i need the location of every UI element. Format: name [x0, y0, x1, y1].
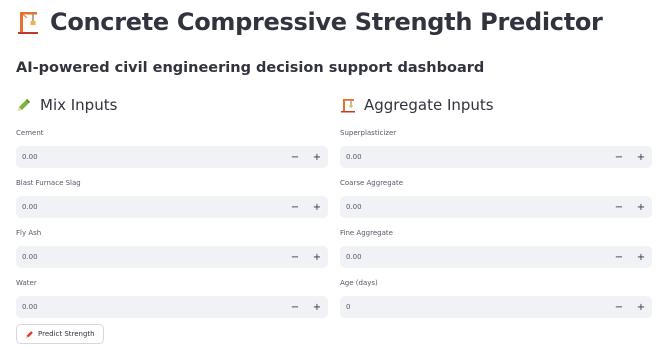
decrement-button[interactable]: −	[284, 196, 306, 218]
number-input-box: − +	[340, 146, 652, 168]
decrement-button[interactable]: −	[284, 296, 306, 318]
increment-button[interactable]: +	[306, 196, 328, 218]
increment-button[interactable]: +	[630, 246, 652, 268]
field-label: Fly Ash	[16, 229, 42, 237]
superplasticizer-field: Superplasticizer − +	[340, 126, 652, 176]
decrement-button[interactable]: −	[608, 146, 630, 168]
field-label: Age (days)	[340, 279, 378, 287]
mix-inputs-header: Mix Inputs	[16, 94, 328, 116]
page-subtitle: AI-powered civil engineering decision su…	[16, 60, 485, 76]
blast-furnace-slag-input[interactable]	[16, 196, 284, 218]
increment-button[interactable]: +	[306, 146, 328, 168]
decrement-button[interactable]: −	[608, 196, 630, 218]
water-input[interactable]	[16, 296, 284, 318]
predict-button-label: Predict Strength	[38, 330, 95, 338]
number-input-box: − +	[16, 146, 328, 168]
decrement-button[interactable]: −	[608, 296, 630, 318]
construction-crane-icon	[341, 99, 355, 113]
field-label: Blast Furnace Slag	[16, 179, 81, 187]
number-input-box: − +	[16, 246, 328, 268]
app-page: Concrete Compressive Strength Predictor …	[0, 0, 661, 347]
decrement-button[interactable]: −	[284, 246, 306, 268]
mix-inputs-column: Mix Inputs Cement − + Blast Furnace Slag…	[16, 94, 328, 326]
superplasticizer-input[interactable]	[340, 146, 608, 168]
age-days-field: Age (days) − +	[340, 276, 652, 326]
pencil-icon	[18, 99, 30, 111]
number-input-box: − +	[340, 296, 652, 318]
fine-aggregate-input[interactable]	[340, 246, 608, 268]
water-field: Water − +	[16, 276, 328, 326]
field-label: Cement	[16, 129, 44, 137]
increment-button[interactable]: +	[630, 146, 652, 168]
blast-furnace-slag-field: Blast Furnace Slag − +	[16, 176, 328, 226]
predict-strength-button[interactable]: Predict Strength	[16, 324, 104, 344]
cement-input[interactable]	[16, 146, 284, 168]
aggregate-inputs-header: Aggregate Inputs	[340, 94, 652, 116]
increment-button[interactable]: +	[630, 196, 652, 218]
aggregate-inputs-column: Aggregate Inputs Superplasticizer − + Co…	[340, 94, 652, 326]
section-title: Mix Inputs	[40, 96, 118, 114]
number-input-box: − +	[16, 296, 328, 318]
number-input-box: − +	[340, 246, 652, 268]
coarse-aggregate-input[interactable]	[340, 196, 608, 218]
number-input-box: − +	[340, 196, 652, 218]
construction-crane-icon	[18, 12, 38, 34]
fly-ash-input[interactable]	[16, 246, 284, 268]
fly-ash-field: Fly Ash − +	[16, 226, 328, 276]
field-label: Water	[16, 279, 37, 287]
field-label: Fine Aggregate	[340, 229, 393, 237]
section-title: Aggregate Inputs	[364, 96, 494, 114]
age-days-input[interactable]	[340, 296, 608, 318]
increment-button[interactable]: +	[306, 296, 328, 318]
page-title: Concrete Compressive Strength Predictor	[50, 8, 603, 36]
increment-button[interactable]: +	[630, 296, 652, 318]
cement-field: Cement − +	[16, 126, 328, 176]
field-label: Superplasticizer	[340, 129, 397, 137]
pencil-icon	[26, 330, 33, 338]
decrement-button[interactable]: −	[608, 246, 630, 268]
decrement-button[interactable]: −	[284, 146, 306, 168]
header: Concrete Compressive Strength Predictor	[16, 8, 603, 36]
field-label: Coarse Aggregate	[340, 179, 404, 187]
fine-aggregate-field: Fine Aggregate − +	[340, 226, 652, 276]
number-input-box: − +	[16, 196, 328, 218]
increment-button[interactable]: +	[306, 246, 328, 268]
coarse-aggregate-field: Coarse Aggregate − +	[340, 176, 652, 226]
